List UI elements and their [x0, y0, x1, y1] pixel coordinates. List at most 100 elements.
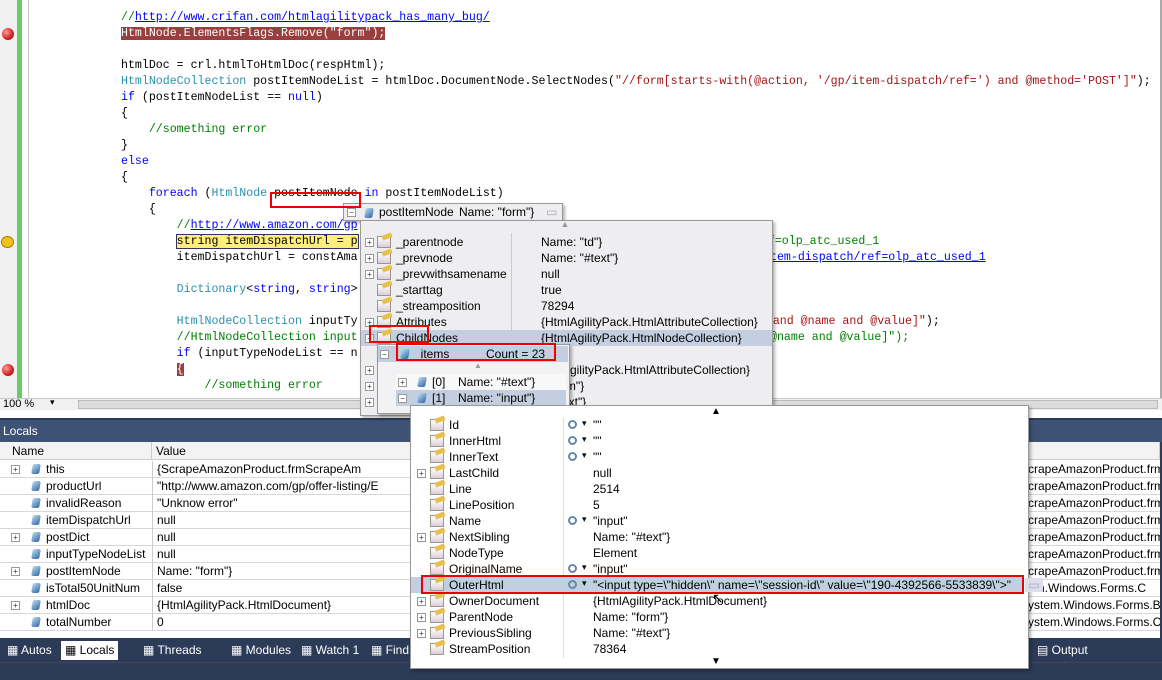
code-token: { — [121, 107, 128, 120]
current-statement-arrow-icon — [1, 236, 14, 248]
code-token: > — [350, 283, 358, 296]
field-icon — [417, 393, 427, 403]
item-index: [0] — [432, 375, 446, 389]
expand-icon[interactable]: + — [365, 238, 374, 247]
visualizer-icon[interactable] — [568, 564, 577, 573]
tab-modules[interactable]: ▦ Modules — [227, 641, 295, 660]
dropdown-icon[interactable]: ▾ — [582, 434, 587, 445]
variable-name: this — [46, 462, 65, 476]
scroll-down-arrow[interactable]: ▼ — [711, 656, 721, 667]
expand-icon[interactable]: + — [417, 533, 426, 542]
expand-icon[interactable]: + — [11, 601, 20, 610]
item-row[interactable]: − [1] Name: "input"} — [396, 390, 566, 406]
code-token: null — [287, 91, 316, 104]
expand-icon[interactable]: + — [11, 465, 20, 474]
breakpoint-icon[interactable] — [2, 28, 14, 40]
datatip-childnodes[interactable]: − _items Count = 23 ▲ + [0] Name: "#text"} − [1]… — [377, 344, 570, 414]
expand-icon[interactable]: + — [417, 597, 426, 606]
zoom-dropdown-icon[interactable]: ▾ — [50, 397, 55, 408]
code-token: ); — [925, 315, 940, 328]
dropdown-icon[interactable]: ▾ — [582, 578, 587, 589]
items-header-row[interactable]: − _items Count = 23 — [378, 346, 568, 362]
pin-icon[interactable]: ▭ — [1025, 578, 1043, 592]
tab-autos[interactable]: ▦ Autos — [3, 641, 56, 660]
member-row[interactable]: OriginalName ▾ "input" — [411, 561, 1023, 577]
dropdown-icon[interactable]: ▾ — [582, 514, 587, 525]
breakpoint-gutter[interactable] — [0, 0, 17, 398]
column-header-name[interactable]: Name — [0, 442, 152, 460]
member-row[interactable]: + _prevwithsamename null — [361, 266, 772, 282]
pin-icon[interactable]: ▭ — [546, 205, 557, 219]
member-value: true — [541, 283, 562, 297]
expand-icon[interactable]: + — [417, 629, 426, 638]
code-token: http://www.amazon.com/gp — [190, 219, 358, 232]
code-line: itemDispatchUrl = constAma — [121, 250, 358, 266]
code-token: if — [121, 91, 135, 104]
member-row[interactable]: + PreviousSibling Name: "#text"} — [411, 625, 1023, 641]
member-row[interactable]: Id ▾ "" — [411, 417, 1023, 433]
expand-icon[interactable]: + — [417, 469, 426, 478]
member-value: Name: "#text"} — [593, 626, 671, 640]
visualizer-icon[interactable] — [568, 436, 577, 445]
expand-icon[interactable]: + — [365, 270, 374, 279]
member-row[interactable]: + _prevnode Name: "#text"} — [361, 250, 772, 266]
code-token: and @name and @value]" — [765, 315, 926, 328]
member-row[interactable]: Name ▾ "input" — [411, 513, 1023, 529]
code-token: else — [121, 155, 149, 168]
expand-icon[interactable]: + — [11, 533, 20, 542]
member-row[interactable]: + LastChild null — [411, 465, 1023, 481]
collapse-icon[interactable]: − — [380, 350, 389, 359]
expand-icon[interactable]: + — [417, 613, 426, 622]
expand-icon[interactable]: − — [365, 334, 374, 343]
visualizer-icon[interactable] — [568, 580, 577, 589]
dropdown-icon[interactable]: ▾ — [582, 450, 587, 461]
scroll-up-arrow[interactable]: ▲ — [711, 406, 721, 417]
member-row[interactable]: + _parentnode Name: "td"} — [361, 234, 772, 250]
member-row[interactable]: _starttag true — [361, 282, 772, 298]
visualizer-icon[interactable] — [568, 452, 577, 461]
dropdown-icon[interactable]: ▾ — [582, 418, 587, 429]
property-icon — [430, 531, 444, 543]
expand-icon[interactable]: + — [365, 254, 374, 263]
visualizer-icon[interactable] — [568, 420, 577, 429]
member-row[interactable]: NodeType Element — [411, 545, 1023, 561]
expand-icon[interactable]: + — [365, 318, 374, 327]
tab-locals[interactable]: ▦ Locals — [61, 641, 119, 660]
item-row[interactable]: + [0] Name: "#text"} — [396, 374, 566, 390]
tab-label: Threads — [157, 643, 202, 657]
datatip-input-node[interactable]: ▲ ▼ Id ▾ "" InnerHtml ▾ "" InnerText ▾ "" + LastCh… — [410, 405, 1029, 669]
expand-icon[interactable]: + — [365, 366, 374, 375]
tab-threads[interactable]: ▦ Threads — [139, 641, 206, 660]
member-row[interactable]: StreamPosition 78364 — [411, 641, 1023, 657]
variable-type: crapeAmazonProduct.frm — [1028, 513, 1160, 527]
divider — [152, 461, 153, 478]
member-row[interactable]: InnerHtml ▾ "" — [411, 433, 1023, 449]
zoom-level[interactable]: 100 % — [3, 398, 34, 410]
member-row[interactable]: + NextSibling Name: "#text"} — [411, 529, 1023, 545]
breakpoint-icon[interactable] — [2, 364, 14, 376]
tab-output[interactable]: ▤ Output — [1033, 641, 1092, 660]
expand-icon[interactable]: + — [398, 378, 407, 387]
tab-watch-1[interactable]: ▦ Watch 1 — [297, 641, 363, 660]
member-row[interactable]: LinePosition 5 — [411, 497, 1023, 513]
dropdown-icon[interactable]: ▾ — [582, 562, 587, 573]
member-row[interactable]: Line 2514 — [411, 481, 1023, 497]
expand-icon[interactable]: + — [365, 382, 374, 391]
member-value: "<input type=\"hidden\" name=\"session-i… — [593, 578, 1012, 592]
property-icon — [430, 627, 444, 639]
scroll-up-arrow[interactable]: ▲ — [474, 361, 482, 370]
code-token: postItemNodeList) — [378, 187, 504, 200]
scroll-up-arrow[interactable]: ▲ — [355, 219, 775, 229]
member-row[interactable]: + Attributes {HtmlAgilityPack.HtmlAttribut… — [361, 314, 772, 330]
expand-icon[interactable]: + — [11, 567, 20, 576]
collapse-icon[interactable]: − — [347, 208, 356, 217]
variable-icon — [31, 515, 41, 525]
member-row[interactable]: + ParentNode Name: "form"} — [411, 609, 1023, 625]
expand-icon[interactable]: − — [398, 394, 407, 403]
code-line: HtmlNode.ElementsFlags.Remove("form"); — [121, 26, 386, 42]
expand-icon[interactable]: + — [365, 398, 374, 407]
member-row[interactable]: InnerText ▾ "" — [411, 449, 1023, 465]
member-row[interactable]: _streamposition 78294 — [361, 298, 772, 314]
visualizer-icon[interactable] — [568, 516, 577, 525]
